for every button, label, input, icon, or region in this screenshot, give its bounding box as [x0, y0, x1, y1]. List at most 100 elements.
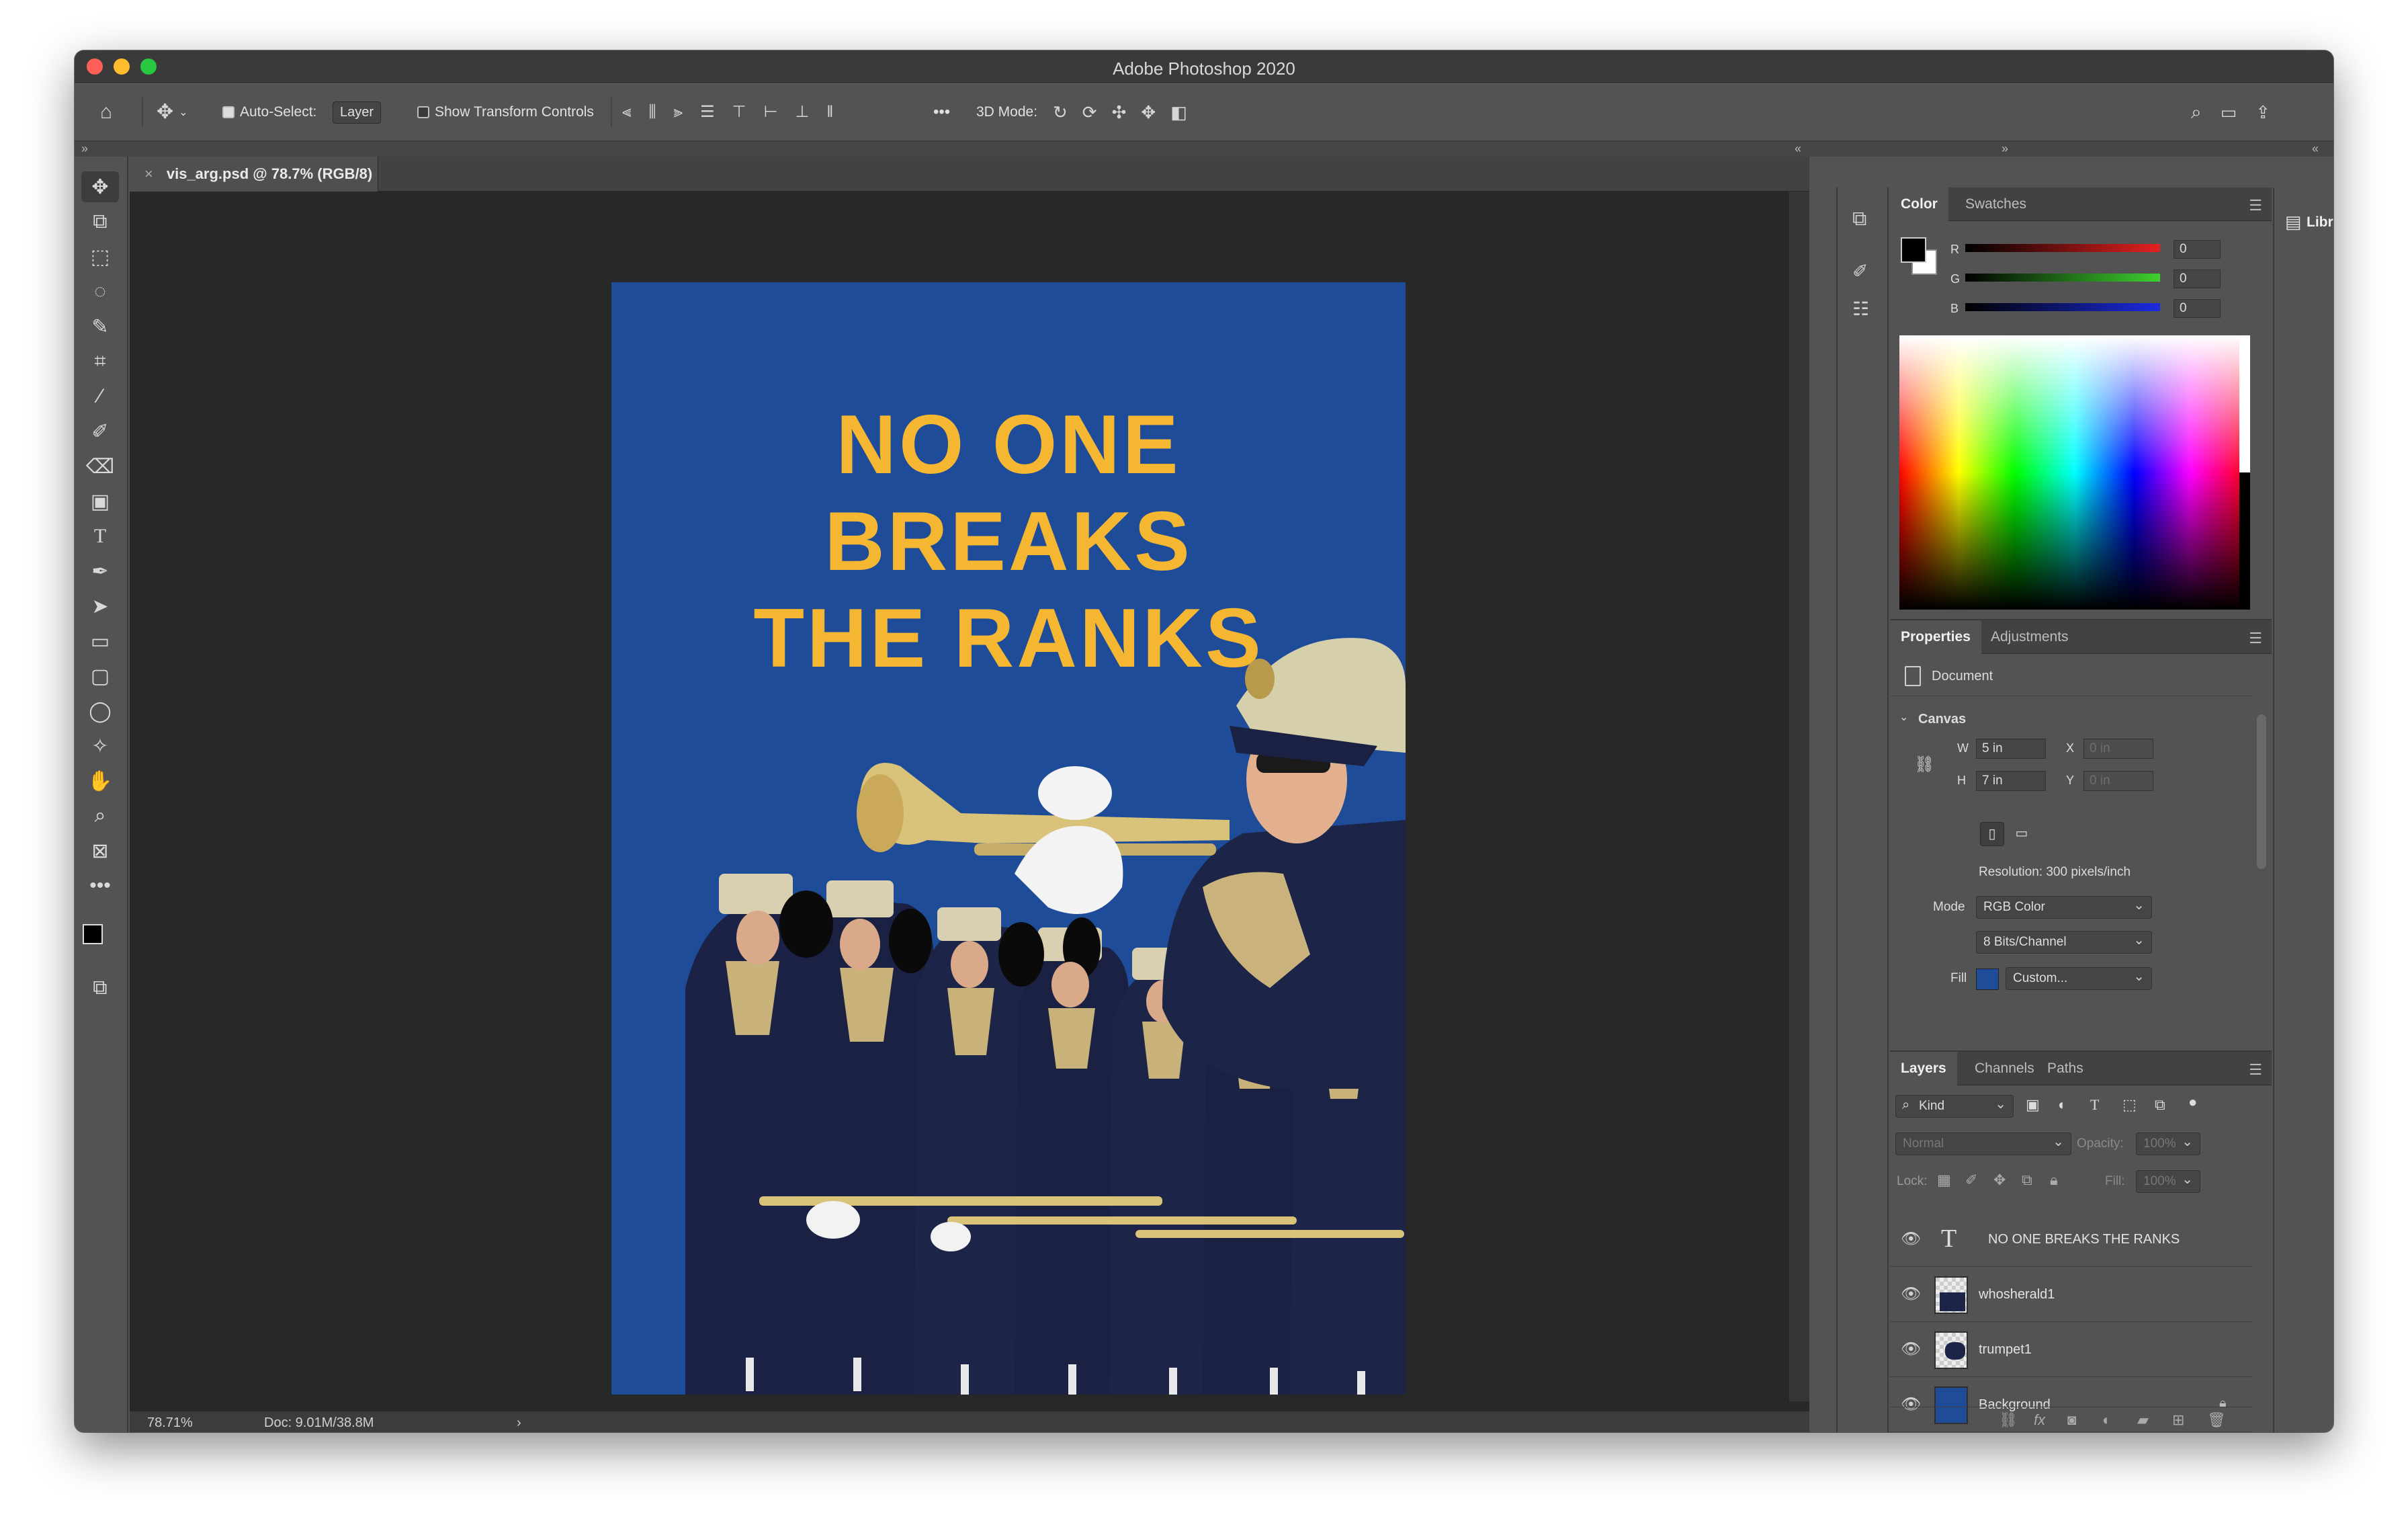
delete-layer-icon[interactable]: 🗑︎ — [2207, 1411, 2226, 1429]
frame-tool[interactable]: ⊠ — [81, 835, 119, 866]
quick-select-tool[interactable]: ✎ — [81, 311, 119, 342]
layer-row-text[interactable]: 👁︎ T NO ONE BREAKS THE RANKS — [1890, 1213, 2253, 1267]
lock-pixels-icon[interactable]: ✐ — [1965, 1171, 1977, 1189]
filter-type-icon[interactable]: T — [2090, 1096, 2099, 1114]
lock-transparent-icon[interactable]: ▦ — [1937, 1171, 1951, 1189]
new-group-icon[interactable]: ▰ — [2137, 1411, 2149, 1429]
filter-adjustment-icon[interactable]: ◐ — [2058, 1096, 2067, 1114]
status-menu-arrow[interactable]: › — [517, 1415, 521, 1431]
fill-color-swatch[interactable] — [1976, 968, 1999, 990]
gradient-tool[interactable]: ▣ — [81, 486, 119, 517]
lock-artboard-icon[interactable]: ⧉ — [2022, 1171, 2032, 1189]
eye-icon[interactable]: 👁︎ — [1901, 1339, 1921, 1359]
g-value-field[interactable]: 0 — [2174, 270, 2221, 288]
panel-menu-icon[interactable]: ☰ — [2249, 1061, 2262, 1079]
auto-select-value[interactable]: Layer — [333, 101, 382, 124]
align-top-icon[interactable]: ⊤ — [732, 102, 746, 122]
lock-position-icon[interactable]: ✥ — [1993, 1171, 2006, 1189]
g-slider[interactable] — [1965, 274, 2160, 282]
libraries-icon[interactable]: ▤ — [2285, 212, 2302, 233]
home-button[interactable]: ⌂ — [100, 83, 112, 142]
opacity-field[interactable]: 100% — [2136, 1132, 2200, 1155]
width-field[interactable]: 5 in — [1976, 739, 2046, 759]
move-tool[interactable]: ✥ — [81, 171, 119, 202]
show-transform-checkbox[interactable]: Show Transform Controls — [417, 83, 594, 142]
ellipse-tool[interactable]: ◯ — [81, 696, 119, 727]
brush-settings-icon[interactable]: ✐ — [1852, 260, 1868, 282]
align-left-icon[interactable]: ⫷ — [622, 102, 632, 122]
hand-tool[interactable]: ✋ — [81, 766, 119, 796]
checkbox-checked[interactable] — [222, 106, 234, 118]
layer-row-trumpet1[interactable]: 👁︎ trumpet1 — [1890, 1323, 2253, 1377]
b-slider[interactable] — [1965, 303, 2160, 311]
filter-pixel-icon[interactable]: ▣ — [2026, 1096, 2040, 1114]
layer-row-whosherald1[interactable]: 👁︎ whosherald1 — [1890, 1268, 2253, 1322]
y-field[interactable]: 0 in — [2083, 771, 2153, 791]
path-select-tool[interactable]: ➤ — [81, 591, 119, 622]
auto-select-checkbox[interactable]: Auto-Select: — [222, 83, 316, 142]
align-right-icon[interactable]: ⫸ — [674, 102, 683, 122]
properties-scrollbar[interactable] — [2257, 714, 2266, 869]
filter-toggle-icon[interactable]: ● — [2188, 1093, 2197, 1111]
lasso-tool[interactable]: ◌ — [81, 276, 119, 307]
distribute-vertical-icon[interactable]: ‖ — [826, 102, 833, 122]
align-middle-icon[interactable]: ⊢ — [764, 102, 778, 122]
tab-swatches[interactable]: Swatches — [1954, 188, 2037, 221]
fx-icon[interactable]: fx — [2034, 1411, 2045, 1429]
history-icon[interactable]: ⧉ — [1852, 208, 1866, 231]
fill-dropdown[interactable]: Custom... — [2006, 967, 2152, 990]
filter-shape-icon[interactable]: ⬚ — [2122, 1096, 2137, 1114]
pen-tool[interactable]: ✒ — [81, 556, 119, 587]
libraries-title[interactable]: Libraries — [2307, 214, 2333, 231]
camera-3d-icon[interactable]: ◧ — [1170, 102, 1187, 122]
height-field[interactable]: 7 in — [1976, 771, 2046, 791]
eyedropper-tool[interactable]: ⁄ — [81, 381, 119, 412]
workspace-icon[interactable]: ▭ — [2221, 102, 2237, 122]
orbit-3d-icon[interactable]: ↻ — [1053, 102, 1068, 122]
share-icon[interactable]: ⇪ — [2255, 102, 2270, 122]
collapse-libraries-icon[interactable]: « — [2312, 142, 2319, 156]
zoom-level[interactable]: 78.71% — [147, 1415, 193, 1431]
foreground-color-swatch[interactable] — [83, 924, 103, 944]
collapse-panels-icon[interactable]: « — [1795, 142, 1801, 156]
rounded-rect-tool[interactable]: ▢ — [81, 661, 119, 692]
search-icon[interactable]: ⌕ — [2191, 102, 2202, 122]
edit-toolbar-button[interactable]: ••• — [81, 870, 119, 901]
landscape-orientation-icon[interactable]: ▭ — [2010, 822, 2034, 846]
b-value-field[interactable]: 0 — [2174, 299, 2221, 318]
r-value-field[interactable]: 0 — [2174, 240, 2221, 259]
brush-tool[interactable]: ✐ — [81, 416, 119, 447]
filter-smart-object-icon[interactable]: ⧉ — [2155, 1096, 2165, 1114]
document-canvas[interactable]: NO ONE BREAKS THE RANKS — [611, 282, 1406, 1395]
bits-dropdown[interactable]: 8 Bits/Channel — [1976, 931, 2152, 954]
tab-paths[interactable]: Paths — [2036, 1052, 2094, 1085]
more-options-button[interactable]: ••• — [933, 83, 950, 142]
align-bottom-icon[interactable]: ⊥ — [795, 102, 809, 122]
artboard-tool[interactable]: ⧉ — [81, 206, 119, 237]
expand-toolbox-icon[interactable]: » — [81, 142, 88, 156]
move-tool-preset[interactable]: ✥ ⌄ — [157, 83, 188, 142]
tab-channels[interactable]: Channels — [1964, 1052, 2045, 1085]
checkbox-unchecked[interactable] — [417, 106, 429, 118]
eraser-tool[interactable]: ⌫ — [81, 451, 119, 482]
marquee-tool[interactable]: ⬚ — [81, 241, 119, 272]
crop-tool[interactable]: ⌗ — [81, 346, 119, 377]
portrait-orientation-icon[interactable]: ▯ — [1980, 822, 2004, 846]
blend-mode-dropdown[interactable]: Normal — [1895, 1132, 2071, 1155]
layer-fill-field[interactable]: 100% — [2136, 1170, 2200, 1193]
roll-3d-icon[interactable]: ⟳ — [1082, 102, 1097, 122]
pan-3d-icon[interactable]: ✣ — [1112, 102, 1127, 122]
chevron-down-icon[interactable]: ⌄ — [1899, 710, 1908, 724]
x-field[interactable]: 0 in — [2083, 739, 2153, 759]
new-layer-icon[interactable]: ⊞ — [2172, 1411, 2184, 1429]
document-tab[interactable]: × vis_arg.psd @ 78.7% (RGB/8) — [130, 157, 378, 192]
custom-shape-tool[interactable]: ✧ — [81, 731, 119, 761]
panel-menu-icon[interactable]: ☰ — [2249, 197, 2262, 214]
workspace-scrollbar[interactable] — [1789, 192, 1809, 1401]
adjustment-layer-icon[interactable]: ◐ — [2102, 1411, 2111, 1429]
type-tool[interactable]: T — [81, 521, 119, 552]
add-mask-icon[interactable]: ◙ — [2067, 1411, 2076, 1429]
link-icon[interactable]: ⛓ — [1914, 755, 1934, 774]
screen-mode-button[interactable]: ⧉ — [81, 973, 119, 1003]
link-layers-icon[interactable]: ⛓ — [1999, 1411, 2018, 1429]
